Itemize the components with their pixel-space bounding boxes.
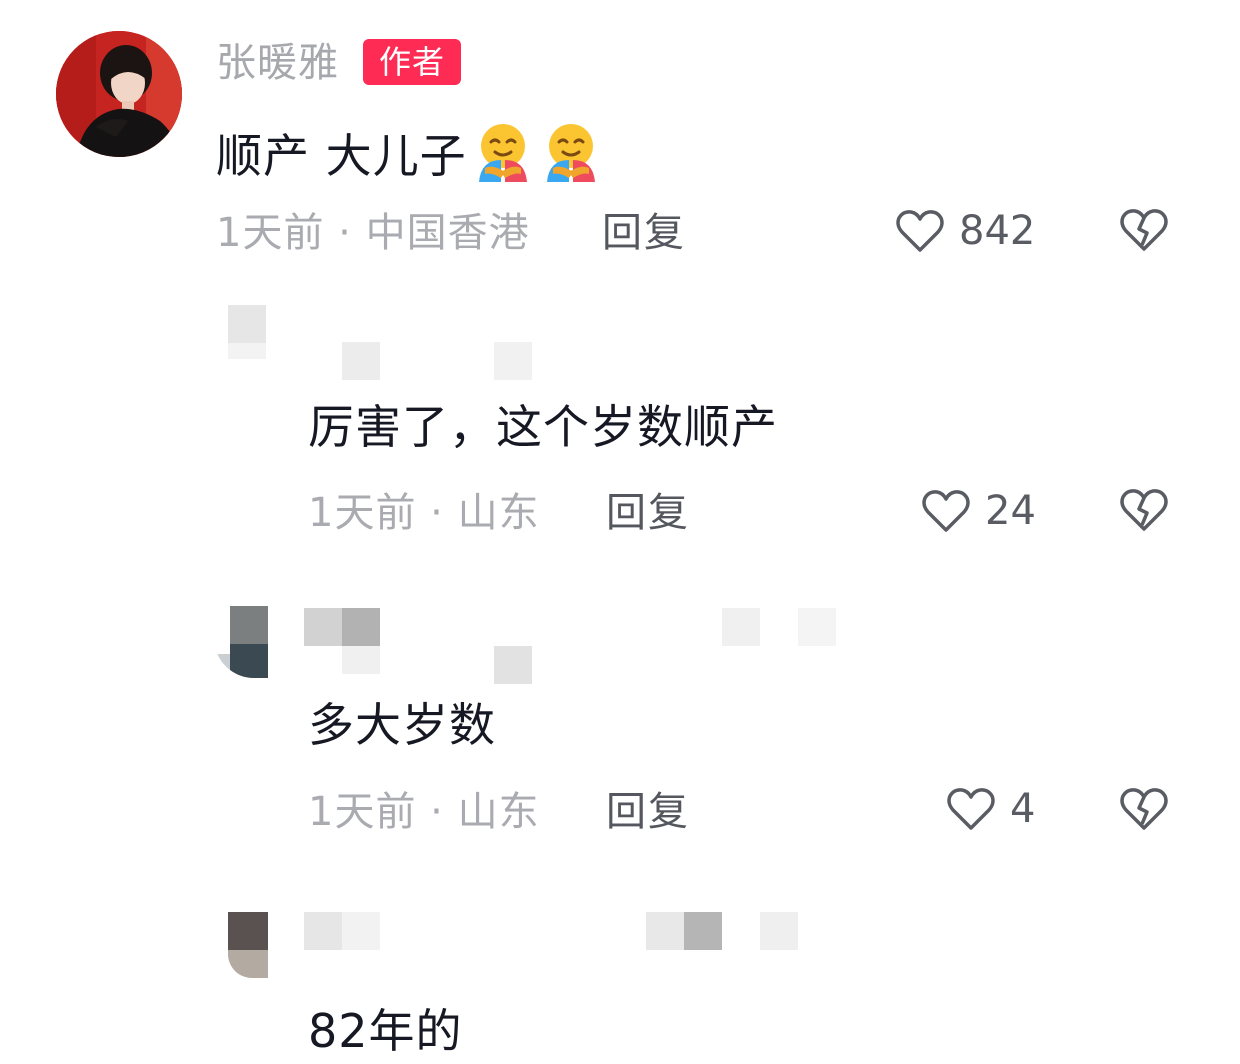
like-button[interactable]: 842 [893,204,1035,258]
comment-text: 82年的 [308,1004,463,1058]
comment-text: 多大岁数 [308,698,496,752]
avatar[interactable] [228,912,268,978]
reply-button[interactable]: 回复 [602,213,686,253]
broken-heart-icon [1120,489,1168,531]
like-button[interactable]: 24 [919,484,1036,538]
avatar[interactable] [56,31,182,157]
comment-text: 顺产 大儿子 [216,120,603,184]
comment-reply-2: 多大岁数 1天前 · 山东 回复 4 [0,590,1240,880]
reply-button[interactable]: 回复 [606,792,690,832]
comment-meta: 1天前 · 中国香港 [216,210,530,256]
like-button[interactable]: 4 [944,782,1035,836]
dislike-button[interactable] [1117,483,1171,537]
hugging-face-emoji [539,120,603,184]
author-badge: 作者 [363,39,461,85]
dislike-button[interactable] [1117,203,1171,257]
broken-heart-icon [1120,209,1168,251]
avatar[interactable] [228,305,282,359]
username[interactable]: 张暖雅 [216,43,339,83]
broken-heart-icon [1120,788,1168,830]
comment-meta: 1天前 · 山东 [308,490,540,536]
comment-reply-3: 82年的 [0,880,1240,1064]
heart-outline-icon [922,490,970,532]
like-count: 4 [1010,786,1036,832]
reply-button[interactable]: 回复 [606,493,690,533]
heart-outline-icon [896,210,944,252]
comment-text-body: 顺产 大儿子 [216,129,467,183]
comment-reply-1: 厉害了，这个岁数顺产 1天前 · 山东 回复 24 [0,290,1240,570]
heart-outline-icon [947,788,995,830]
dislike-button[interactable] [1117,782,1171,836]
avatar-photo [56,31,182,157]
comment-author: 张暖雅 作者 顺产 大儿子 1天前 · 中国香港 回复 842 [0,0,1240,290]
avatar[interactable] [214,606,268,678]
like-count: 24 [985,488,1036,534]
comment-meta: 1天前 · 山东 [308,789,540,835]
comment-text: 厉害了，这个岁数顺产 [308,400,778,454]
hugging-face-emoji [471,120,535,184]
like-count: 842 [959,208,1036,254]
